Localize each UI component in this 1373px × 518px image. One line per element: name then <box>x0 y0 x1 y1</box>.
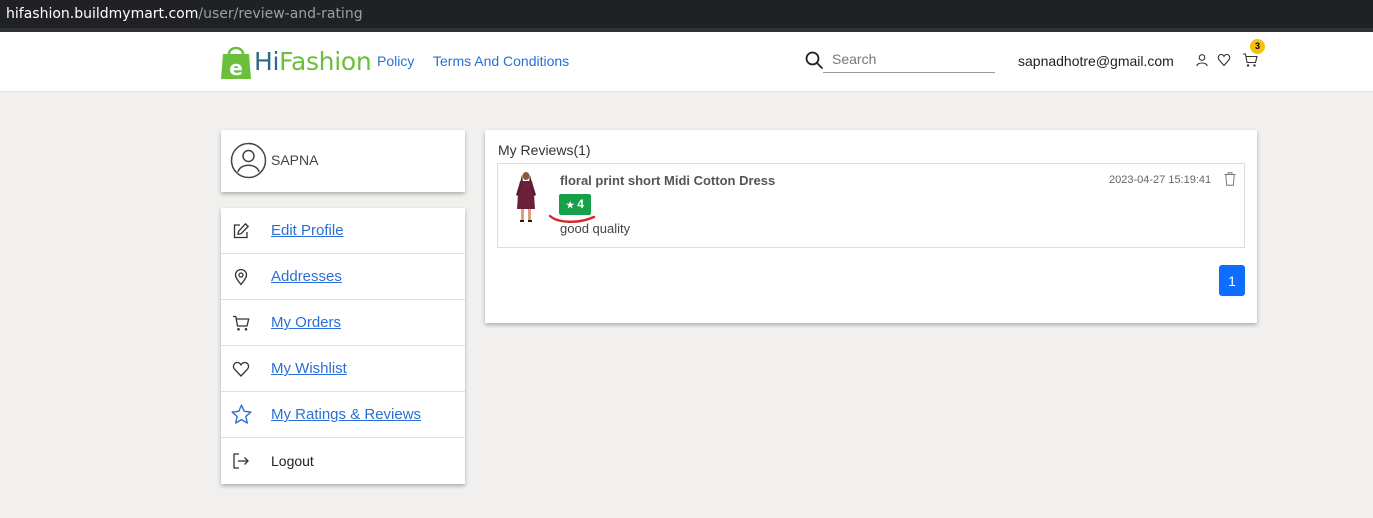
heart-icon <box>232 361 250 377</box>
search-icon[interactable] <box>805 51 823 69</box>
heart-icon[interactable] <box>1217 53 1231 67</box>
review-item: floral print short Midi Cotton Dress ★ 4 … <box>497 163 1245 248</box>
star-icon <box>231 404 252 424</box>
review-text: good quality <box>560 221 631 236</box>
logo-letter: e <box>229 56 243 80</box>
sidebar-item-my-ratings-reviews[interactable]: My Ratings & Reviews <box>221 392 465 438</box>
sidebar-item-addresses[interactable]: Addresses <box>221 254 465 300</box>
shopping-bag-logo-icon: e <box>221 46 251 80</box>
sidebar-item-my-wishlist[interactable]: My Wishlist <box>221 346 465 392</box>
logo-text-hi: Hi <box>254 47 280 76</box>
cart-count-badge: 3 <box>1250 39 1265 54</box>
reviews-panel: My Reviews(1) floral print short Midi Co… <box>485 130 1257 323</box>
product-name[interactable]: floral print short Midi Cotton Dress <box>560 173 775 188</box>
site-header: e HiFashion Policy Terms And Conditions … <box>0 32 1373 92</box>
search-input[interactable] <box>823 46 995 73</box>
user-email[interactable]: sapnadhotre@gmail.com <box>1018 53 1174 69</box>
sidebar-item-label[interactable]: My Ratings & Reviews <box>271 406 421 423</box>
logo-text: HiFashion <box>254 47 372 76</box>
reviews-title: My Reviews(1) <box>498 142 591 158</box>
avatar-icon <box>230 142 267 179</box>
sidebar-item-edit-profile[interactable]: Edit Profile <box>221 208 465 254</box>
sidebar-item-label[interactable]: Edit Profile <box>271 222 344 239</box>
rating-value: 4 <box>577 197 584 211</box>
url-domain: hifashion.buildmymart.com <box>6 6 199 22</box>
sidebar-item-label[interactable]: Addresses <box>271 268 342 285</box>
product-thumbnail[interactable] <box>511 171 541 223</box>
cart-icon[interactable] <box>1242 52 1258 68</box>
profile-card: SAPNA <box>221 130 465 192</box>
profile-username: SAPNA <box>271 152 319 168</box>
nav-link-terms[interactable]: Terms And Conditions <box>433 53 569 69</box>
review-timestamp: 2023-04-27 15:19:41 <box>1109 174 1212 186</box>
sidebar-item-my-orders[interactable]: My Orders <box>221 300 465 346</box>
star-icon: ★ <box>566 200 575 210</box>
browser-address-bar[interactable]: hifashion.buildmymart.com/user/review-an… <box>0 0 1373 28</box>
sidebar-item-logout[interactable]: Logout <box>221 438 465 484</box>
account-menu: Edit Profile Addresses My Orders My Wish… <box>221 208 465 484</box>
sidebar-item-label[interactable]: Logout <box>271 453 314 469</box>
sidebar-item-label[interactable]: My Wishlist <box>271 360 347 377</box>
user-icon[interactable] <box>1195 53 1209 67</box>
url-path: /user/review-and-rating <box>198 6 363 22</box>
logout-icon <box>233 453 249 469</box>
pagination-page-button[interactable]: 1 <box>1219 265 1245 296</box>
sidebar-item-label[interactable]: My Orders <box>271 314 341 331</box>
rating-badge: ★ 4 <box>559 194 591 215</box>
trash-icon[interactable] <box>1224 172 1236 186</box>
nav-link-policy[interactable]: Policy <box>377 53 414 69</box>
site-logo[interactable]: e HiFashion <box>220 41 372 83</box>
logo-text-fashion: Fashion <box>279 47 372 76</box>
edit-icon <box>233 222 250 239</box>
cart-icon <box>233 315 250 331</box>
location-pin-icon <box>234 268 248 286</box>
